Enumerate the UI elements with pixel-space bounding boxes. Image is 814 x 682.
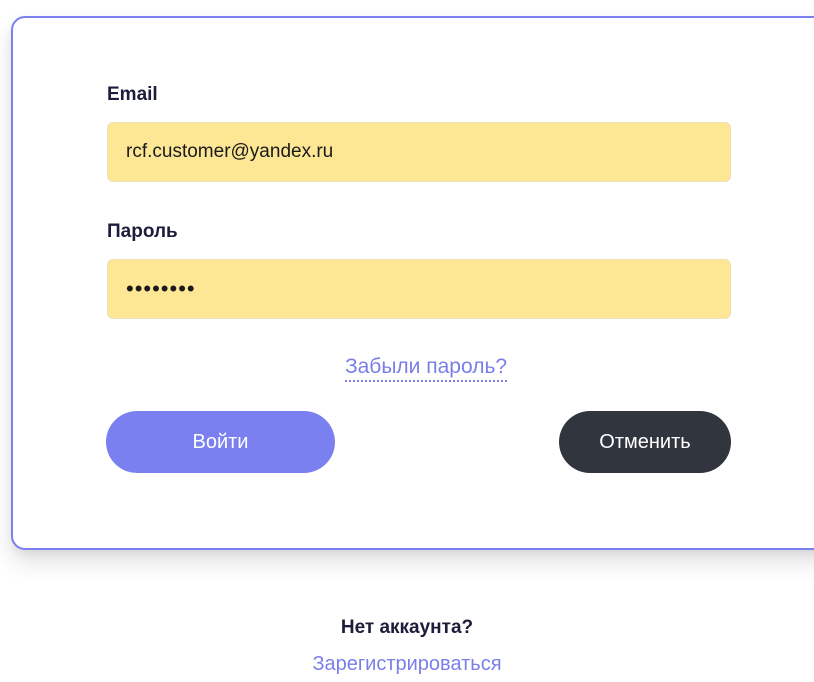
password-field[interactable] xyxy=(107,259,731,319)
no-account-text: Нет аккаунта? xyxy=(340,617,474,638)
register-link[interactable]: Зарегистрироваться xyxy=(312,653,501,675)
register-row: Зарегистрироваться xyxy=(0,653,814,676)
forgot-password-link[interactable]: Забыли пароль? xyxy=(344,354,508,382)
email-label: Email xyxy=(107,84,158,105)
login-button[interactable]: Войти xyxy=(106,411,335,473)
email-field[interactable] xyxy=(107,122,731,182)
login-page: Email Пароль Забыли пароль? Войти Отмени… xyxy=(0,0,814,682)
cancel-button[interactable]: Отменить xyxy=(559,411,731,473)
password-label: Пароль xyxy=(107,221,178,242)
